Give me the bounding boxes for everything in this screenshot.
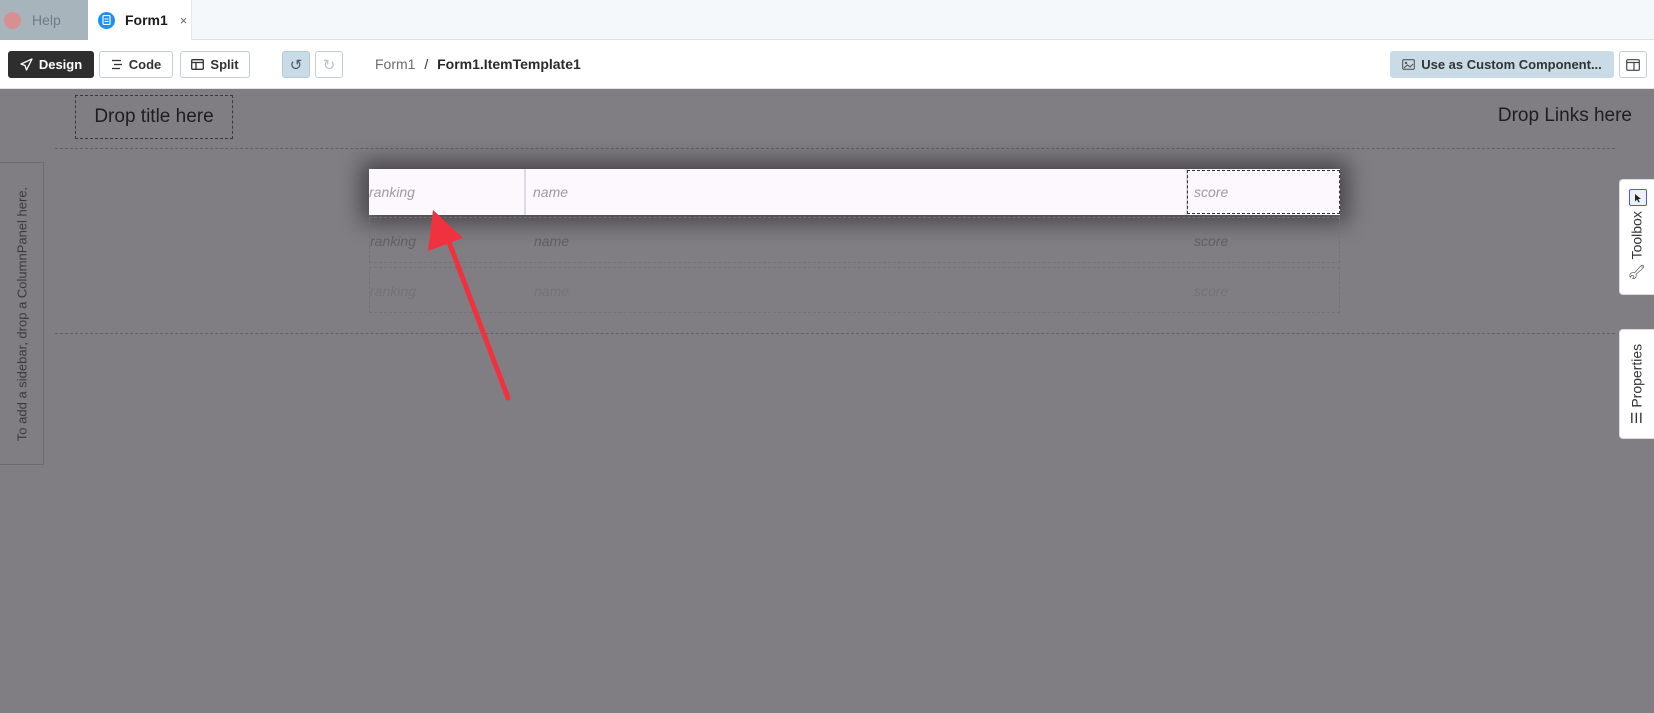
drop-links-zone[interactable]: Drop Links here [1498,105,1632,127]
tab-strip: Help Form1 × [0,0,1654,40]
close-icon[interactable]: × [180,13,188,28]
name-preview: name [534,283,570,299]
design-canvas: Drop title here Drop Links here To add a… [0,90,1654,713]
breadcrumb-separator: / [424,56,429,72]
score-preview: score [1194,283,1229,299]
drop-title-zone[interactable]: Drop title here [75,95,233,139]
use-as-custom-component-label: Use as Custom Component... [1421,57,1602,72]
tab-help-label: Help [32,12,61,28]
score-label[interactable]: score [1187,170,1340,214]
divider-bottom [55,333,1615,334]
toolbox-label-wrap: 🔧︎ Toolbox [1629,211,1646,281]
undo-button[interactable]: ↺ [282,51,310,78]
tab-form1[interactable]: Form1 × [88,0,192,40]
properties-tab[interactable]: ☰ Properties [1619,329,1654,439]
breadcrumb-current: Form1.ItemTemplate1 [437,56,581,72]
ranking-preview: ranking [370,233,416,249]
code-button[interactable]: Code [99,51,173,78]
score-preview: score [1194,233,1229,249]
divider-top [55,148,1615,149]
sidebar-drop-zone[interactable]: To add a sidebar, drop a ColumnPanel her… [0,162,44,465]
designer-toolbar: Design Code Split ↺ ↻ Form1 / Form1.Item… [0,40,1654,89]
redo-button[interactable]: ↻ [315,51,343,78]
sliders-icon: ☰ [1628,411,1645,425]
design-button-label: Design [38,57,83,72]
repeated-row-preview: ranking name score [369,267,1340,313]
sidebar-hint: To add a sidebar, drop a ColumnPanel her… [14,186,29,441]
redo-icon: ↻ [322,56,336,74]
breadcrumb: Form1 / Form1.ItemTemplate1 [375,56,581,72]
name-label[interactable]: name [533,169,1188,215]
toolbox-tab[interactable]: 🔧︎ Toolbox [1619,179,1654,295]
toolbox-label: Toolbox [1628,211,1645,260]
undo-icon: ↺ [289,56,303,74]
help-icon [4,11,21,29]
split-button-label: Split [210,57,239,72]
item-template-row[interactable]: ranking name score [369,169,1340,215]
properties-label: Properties [1628,343,1645,408]
ranking-preview: ranking [370,283,416,299]
pointer-icon [1629,189,1647,206]
custom-component-icon [1402,59,1416,70]
panel-toggle-icon [1626,58,1640,71]
breadcrumb-root[interactable]: Form1 [375,56,415,72]
repeated-row-preview: ranking name score [369,217,1340,263]
use-as-custom-component-button[interactable]: Use as Custom Component... [1390,51,1614,78]
form-icon [98,11,115,29]
split-button[interactable]: Split [180,51,250,78]
code-button-label: Code [128,57,162,72]
panel-toggle-button[interactable] [1619,51,1647,78]
design-button[interactable]: Design [8,51,94,78]
split-icon [191,59,205,70]
tab-help[interactable]: Help [0,0,88,40]
tab-form1-label: Form1 [125,12,168,28]
properties-label-wrap: ☰ Properties [1629,344,1646,424]
wrench-icon: 🔧︎ [1628,263,1645,281]
send-icon [20,58,33,71]
code-icon [111,59,122,70]
ranking-label[interactable]: ranking [369,169,526,215]
name-preview: name [534,233,570,249]
